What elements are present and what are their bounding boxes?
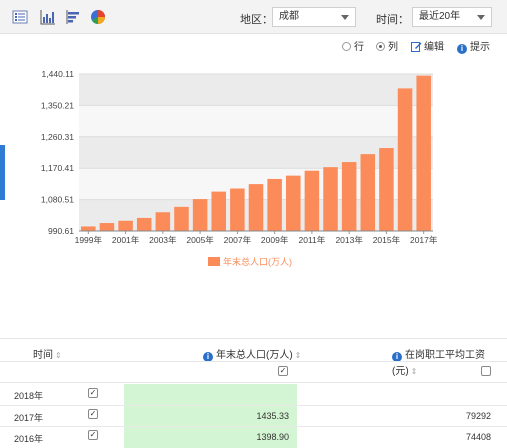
x-tick-label: 2015年 [373,235,401,245]
legend-swatch [208,257,220,266]
col-radio[interactable] [376,42,385,51]
view-row-option[interactable]: 行 [342,38,364,53]
edit-label: 编辑 [424,42,444,53]
data-table: 时间 ⇕ i 年末总人口(万人) ⇕ i 在岗职工平均工资(元) ⇕ ✓ 2018年 ✓ … [0,338,507,448]
bar [360,154,376,231]
wage-column-checkbox[interactable] [481,366,491,376]
bar [341,162,357,231]
x-tick-label: 2011年 [299,235,326,245]
time-select-value: 最近20年 [419,11,461,22]
row-population: 1435.33 [256,411,289,421]
x-tick-label: 2005年 [186,235,214,245]
bar [397,88,413,231]
row-population: 1398.90 [256,432,289,442]
list-view-icon[interactable] [12,9,28,25]
plot-band [79,105,433,137]
chevron-down-icon [477,15,485,20]
divider [0,405,507,406]
bar [323,167,338,231]
toolbar: 地区： 成都 时间： 最近20年 [0,0,507,34]
y-tick-label: 1,080.51 [41,195,74,205]
y-tick-label: 1,260.31 [41,132,74,142]
time-select[interactable]: 最近20年 [412,7,492,27]
divider [0,382,507,383]
pie-chart-icon[interactable] [90,9,106,25]
x-tick-label: 2017年 [410,235,438,245]
population-column-header[interactable]: i 年末总人口(万人) ⇕ [203,346,301,362]
view-col-option[interactable]: 列 [376,38,398,53]
x-tick-label: 2003年 [149,235,177,245]
bar [248,184,264,231]
bar [192,199,208,231]
divider [0,426,507,427]
divider [0,361,507,362]
x-tick-label: 1999年 [75,235,103,245]
row-checkbox[interactable]: ✓ [88,430,98,440]
sort-icon[interactable]: ⇕ [411,367,418,376]
population-bar-chart: 990.61 1,080.51 1,170.41 1,260.31 1,350.21 1,… [41,69,438,245]
region-select-value: 成都 [279,11,299,22]
bar [267,178,282,231]
x-tick-label: 2013年 [335,235,363,245]
x-tick-label: 2007年 [224,235,252,245]
region-label: 地区： [240,14,273,26]
y-tick-label: 1,440.11 [42,69,75,79]
sort-icon[interactable]: ⇕ [55,351,62,360]
bar-chart-icon[interactable] [40,9,56,25]
edit-icon [411,42,422,52]
bar [174,206,189,231]
sort-icon[interactable]: ⇕ [295,351,302,360]
horizontal-bar-icon[interactable] [66,9,82,25]
row-year: 2016年 [14,434,44,444]
bar [81,226,96,231]
bar [379,148,394,231]
bar [136,217,152,231]
region-select[interactable]: 成都 [272,7,356,27]
time-column-header[interactable]: 时间 ⇕ [33,346,62,361]
bar [211,191,227,231]
row-wage: 79292 [465,411,491,421]
row-year: 2018年 [14,391,44,401]
edit-button[interactable]: 编辑 [411,38,444,53]
legend-label: 年末总人口(万人) [223,257,292,267]
info-icon: i [457,44,467,54]
population-column-checkbox[interactable]: ✓ [278,366,288,376]
row-radio-label: 行 [354,42,364,53]
y-tick-label: 990.61 [48,226,74,236]
bar [230,188,245,231]
row-wage: 74408 [465,432,491,442]
row-checkbox[interactable]: ✓ [88,388,98,398]
bar [285,175,301,231]
bar [416,75,431,231]
time-label: 时间： [376,14,409,26]
chart-legend[interactable]: 年末总人口(万人) [208,255,292,268]
x-tick-label: 2009年 [261,235,289,245]
y-tick-label: 1,170.41 [41,163,74,173]
row-year: 2017年 [14,413,44,423]
chevron-down-icon [341,15,349,20]
col-radio-label: 列 [388,42,398,53]
row-radio[interactable] [342,42,351,51]
bar [99,223,115,231]
plot-band [79,74,433,106]
row-checkbox[interactable]: ✓ [88,409,98,419]
hint-label: 提示 [470,42,490,53]
bar [155,212,171,231]
bar [118,220,133,231]
x-tick-label: 2001年 [112,235,140,245]
bar [304,170,320,231]
hint-button[interactable]: i 提示 [457,38,490,54]
y-tick-label: 1,350.21 [41,100,74,110]
